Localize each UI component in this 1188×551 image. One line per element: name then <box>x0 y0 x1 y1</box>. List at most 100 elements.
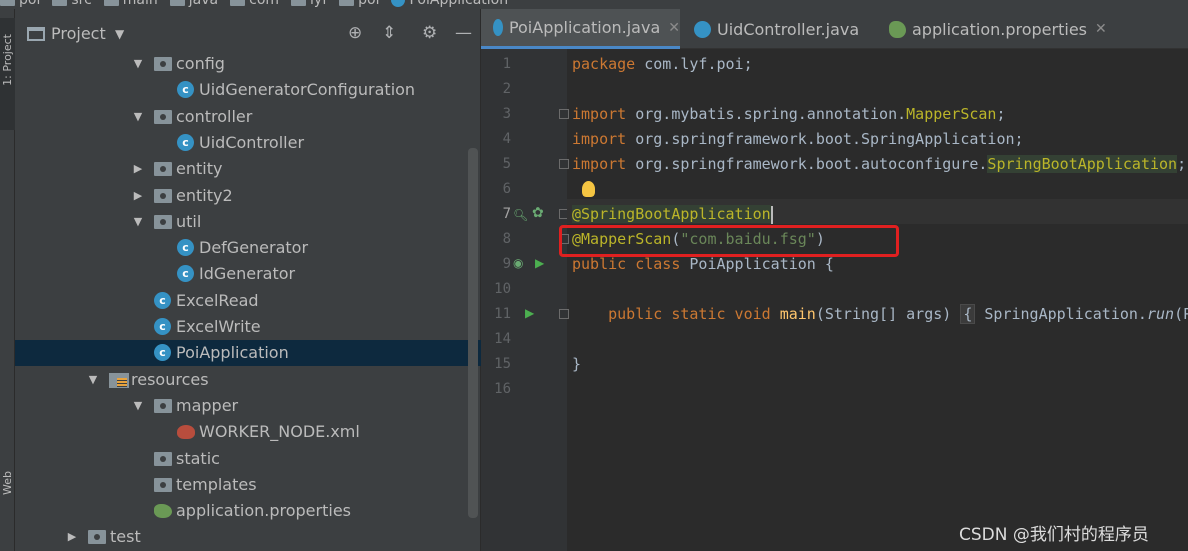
panel-title[interactable]: Project <box>51 24 106 43</box>
tree-item-label: util <box>176 211 202 231</box>
chevron-right-icon[interactable]: ▶ <box>132 156 144 182</box>
tree-item-label: application.properties <box>176 501 351 521</box>
tree-item[interactable]: c ExcelRead <box>15 288 481 314</box>
tree-item-label: test <box>110 527 141 547</box>
class-icon <box>391 0 406 7</box>
class-icon: c <box>154 291 171 309</box>
folder-icon <box>154 188 172 203</box>
line-number: 4 <box>502 131 511 147</box>
tree-item[interactable]: c UidGeneratorConfiguration <box>15 77 481 103</box>
code-line-3: import org.mybatis.spring.annotation.Map… <box>572 105 1006 123</box>
tree-item-label: UidController <box>199 132 305 152</box>
folder-icon <box>0 0 15 6</box>
spring-boot-icon[interactable]: ✿ <box>532 206 544 220</box>
lightbulb-icon[interactable] <box>582 181 595 197</box>
properties-file-icon <box>889 20 906 38</box>
folder-icon <box>52 0 68 6</box>
chevron-down-icon[interactable]: ▼ <box>132 209 144 235</box>
tree-item-label: config <box>176 54 225 73</box>
collapse-all-icon[interactable]: ⇕ <box>382 23 396 43</box>
close-icon[interactable]: ✕ <box>1095 21 1107 37</box>
tree-item-label: resources <box>131 369 209 389</box>
xml-file-icon <box>177 425 195 440</box>
breadcrumb-item[interactable]: poi <box>0 0 40 8</box>
breadcrumb-item[interactable]: src <box>52 0 92 8</box>
editor-tabs: PoiApplication.java ✕ UidController.java… <box>481 9 1188 49</box>
chevron-down-icon[interactable]: ▼ <box>132 51 144 77</box>
tree-item[interactable]: c IdGenerator <box>15 261 481 287</box>
folder-icon <box>103 0 119 6</box>
run-icon[interactable]: ▶ <box>525 306 534 320</box>
tree-item-label: ExcelWrite <box>176 317 261 336</box>
chevron-right-icon[interactable]: ▶ <box>132 183 144 209</box>
line-number: 3 <box>502 106 511 122</box>
tree-item[interactable]: ▶ entity2 <box>15 183 481 209</box>
breadcrumb-item[interactable]: PoiApplication <box>391 0 508 8</box>
code-line-15: } <box>572 355 582 373</box>
tree-item[interactable]: ▼ mapper <box>15 393 481 419</box>
run-icon[interactable]: ▶ <box>535 256 544 270</box>
tree-item-label: entity <box>176 159 223 179</box>
breadcrumb-item[interactable]: com <box>230 0 279 8</box>
bean-search-icon[interactable]: 🔍︎ <box>513 208 528 222</box>
line-number: 14 <box>494 331 511 347</box>
tree-item[interactable]: ▶ entity <box>15 156 481 182</box>
tool-window-stripe: 1: Project Web <box>0 9 15 551</box>
tree-item[interactable]: static <box>15 446 481 472</box>
chevron-down-icon[interactable]: ▼ <box>132 393 144 419</box>
tree-item[interactable]: ▼ controller <box>15 104 481 130</box>
editor-gutter: 1 2 3 4 5 6 7 8 9 10 11 14 15 16 🔍︎ ✿ ◉ … <box>481 49 569 551</box>
tree-item[interactable]: c DefGenerator <box>15 235 481 261</box>
folder-icon <box>154 398 172 413</box>
line-number: 16 <box>494 381 511 397</box>
line-number: 2 <box>502 81 511 97</box>
project-stripe-label: 1: Project <box>1 34 14 86</box>
locate-icon[interactable]: ⊕ <box>348 23 362 43</box>
tree-item[interactable]: c UidController <box>15 130 481 156</box>
close-icon[interactable]: ✕ <box>668 20 680 36</box>
class-icon: c <box>154 344 171 362</box>
chevron-down-icon[interactable]: ▼ <box>115 27 124 41</box>
web-stripe-button[interactable]: Web <box>1 471 14 495</box>
tree-item[interactable]: ▼ config <box>15 51 481 77</box>
chevron-down-icon[interactable]: ▼ <box>87 367 99 393</box>
tree-item-label: UidGeneratorConfiguration <box>199 80 416 100</box>
breadcrumb-item[interactable]: main <box>103 0 158 8</box>
text-caret <box>770 205 773 224</box>
resources-folder-icon <box>109 372 129 388</box>
breadcrumb-item[interactable]: poi <box>339 0 379 8</box>
folder-icon <box>154 57 172 71</box>
tab-uidcontroller[interactable]: UidController.java <box>686 9 876 49</box>
tree-item[interactable]: application.properties <box>15 498 481 524</box>
breadcrumb-item[interactable]: lyf <box>291 0 327 8</box>
tree-item-label: ExcelRead <box>176 290 259 310</box>
minimize-icon[interactable]: — <box>455 23 472 43</box>
line-number: 15 <box>494 356 511 372</box>
tab-poiapplication[interactable]: PoiApplication.java ✕ <box>481 9 680 49</box>
tree-item[interactable]: c ExcelWrite <box>15 314 481 340</box>
tree-item[interactable]: ▼ util <box>15 209 481 235</box>
project-panel-toolbar: Project ▼ ⊕ ⇕ ⚙ — <box>15 9 481 52</box>
code-editor[interactable]: package com.lyf.poi; import org.mybatis.… <box>567 49 1188 551</box>
project-view-icon <box>27 27 45 41</box>
tree-scrollbar[interactable] <box>468 148 478 518</box>
code-line-7: @SpringBootApplication <box>572 205 773 224</box>
tree-item[interactable]: WORKER_NODE.xml <box>15 419 481 445</box>
tab-application-properties[interactable]: application.properties ✕ <box>885 9 1115 49</box>
tree-item[interactable]: ▼ resources <box>15 367 481 393</box>
spring-bean-icon[interactable]: ◉ <box>513 256 523 270</box>
chevron-right-icon[interactable]: ▶ <box>66 524 78 550</box>
tree-item[interactable]: templates <box>15 472 481 498</box>
tree-item-label: entity2 <box>176 185 233 205</box>
folder-icon <box>154 214 172 229</box>
gear-icon[interactable]: ⚙ <box>422 23 437 43</box>
chevron-down-icon[interactable]: ▼ <box>132 104 144 130</box>
tree-item-label: templates <box>176 474 257 494</box>
line-number: 7 <box>502 206 511 222</box>
folder-icon <box>88 530 106 545</box>
breadcrumb-item[interactable]: java <box>169 0 218 8</box>
tree-item[interactable]: c PoiApplication <box>15 340 481 367</box>
tree-item[interactable]: ▶ test <box>15 524 481 550</box>
project-stripe-button[interactable]: 1: Project <box>0 18 15 130</box>
code-line-1: package com.lyf.poi; <box>572 55 753 73</box>
